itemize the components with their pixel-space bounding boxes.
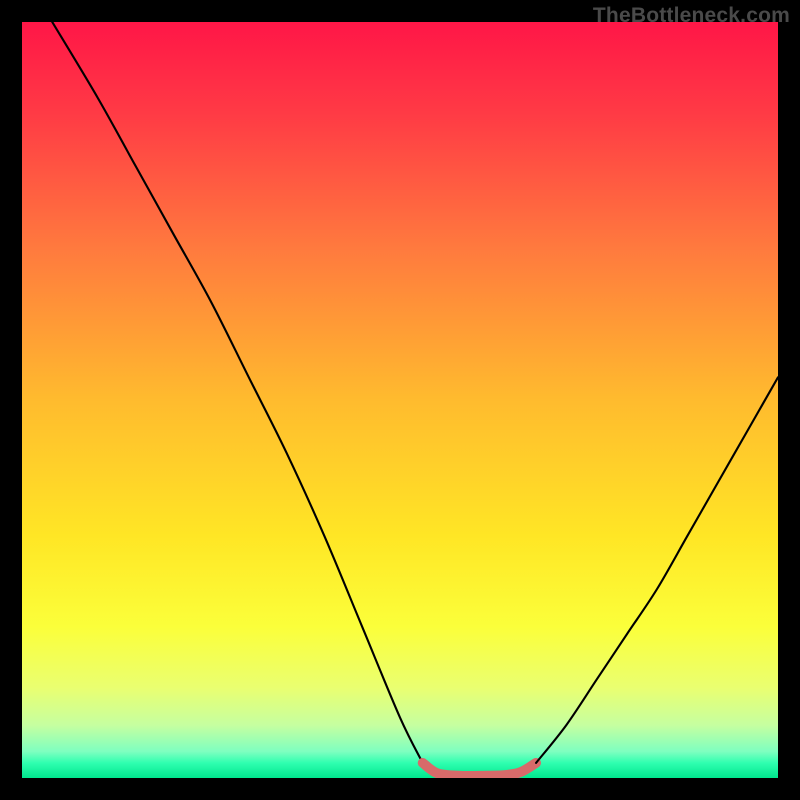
background-gradient	[22, 22, 778, 778]
chart-stage: TheBottleneck.com	[0, 0, 800, 800]
plot-area	[22, 22, 778, 778]
